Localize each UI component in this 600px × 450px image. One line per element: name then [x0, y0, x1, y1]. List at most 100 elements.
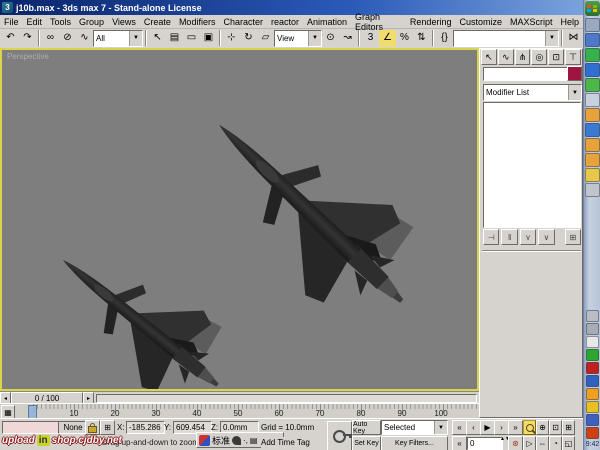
modifier-stack-list[interactable]	[483, 102, 581, 228]
start-button[interactable]	[585, 1, 600, 16]
select-by-name-icon[interactable]: ▤	[166, 30, 183, 47]
chevron-down-icon[interactable]: ▼	[434, 421, 447, 434]
time-configuration-icon[interactable]: ⊛	[508, 436, 523, 450]
tray-orange-icon[interactable]	[586, 388, 599, 400]
rectangular-selection-region-icon[interactable]: ▭	[183, 30, 200, 47]
zoom-extents-all-icon[interactable]: ⊞	[562, 420, 575, 435]
spinner-snap-icon[interactable]: ⇅	[413, 30, 430, 47]
key-mode-toggle-icon[interactable]: «	[452, 436, 467, 450]
modifier-list-dropdown[interactable]: Modifier List ▼	[483, 84, 582, 101]
x-coordinate-field[interactable]: -185.286	[126, 421, 165, 434]
ime-pen-icon[interactable]	[232, 436, 241, 445]
redo-icon[interactable]: ↷	[19, 30, 36, 47]
tray-gray-icon[interactable]	[586, 323, 599, 335]
menu-rendering[interactable]: Rendering	[406, 17, 456, 27]
chevron-down-icon[interactable]: ▼	[129, 31, 142, 46]
menu-edit[interactable]: Edit	[23, 17, 47, 27]
frame-spinner[interactable]: ▲▼	[500, 437, 507, 448]
percent-snap-icon[interactable]: %	[396, 30, 413, 47]
tab-utilities-icon[interactable]: ⊤	[565, 49, 581, 65]
configure-modifier-sets-icon[interactable]: ⊞	[565, 229, 581, 245]
select-and-rotate-icon[interactable]: ↻	[240, 30, 257, 47]
tab-hierarchy-icon[interactable]: ⋔	[515, 49, 531, 65]
tab-display-icon[interactable]: ⊡	[548, 49, 564, 65]
ime-mode-label[interactable]: 标准	[212, 434, 230, 447]
current-frame-field[interactable]: 0	[467, 437, 503, 450]
zoom-all-icon[interactable]: ⊕	[536, 420, 549, 435]
taskbar-window-printer[interactable]	[585, 183, 600, 197]
menu-customize[interactable]: Customize	[455, 17, 506, 27]
taskbar-window-folder[interactable]	[585, 168, 600, 182]
menu-tools[interactable]: Tools	[46, 17, 75, 27]
arc-rotate-icon[interactable]: ◔	[549, 436, 562, 450]
object-name-field[interactable]	[483, 67, 569, 81]
taskbar-window-image-1[interactable]	[585, 108, 600, 122]
selected-dropdown[interactable]: Selected ▼	[381, 420, 448, 435]
time-slider-track[interactable]	[96, 394, 477, 403]
menu-reactor[interactable]: reactor	[267, 17, 303, 27]
menu-maxscript[interactable]: MAXScript	[506, 17, 557, 27]
tab-modify-icon[interactable]: ∿	[498, 49, 514, 65]
go-to-start-icon[interactable]: «	[452, 420, 467, 435]
viewport-label[interactable]: Perspective	[7, 52, 49, 61]
jet-model-small[interactable]	[25, 213, 259, 391]
remove-modifier-icon[interactable]: ∨	[538, 229, 554, 245]
menu-group[interactable]: Group	[75, 17, 108, 27]
select-and-scale-icon[interactable]: ▱	[257, 30, 274, 47]
menu-file[interactable]: File	[0, 17, 23, 27]
perspective-viewport[interactable]: Perspective	[0, 48, 479, 391]
zoom-extents-icon[interactable]: ⊡	[549, 420, 562, 435]
play-animation-icon[interactable]: ▶	[480, 420, 495, 435]
angle-snap-toggle-icon[interactable]: ∠	[379, 30, 396, 47]
tray-blue-icon[interactable]	[586, 414, 599, 426]
tray-gg-icon[interactable]	[586, 336, 599, 348]
menu-character[interactable]: Character	[219, 17, 267, 27]
mini-curve-editor-icon[interactable]: ▦	[1, 405, 15, 419]
named-selection-dropdown[interactable]: ▼	[453, 30, 559, 47]
field-of-view-icon[interactable]: ▷	[523, 436, 536, 450]
menu-modifiers[interactable]: Modifiers	[175, 17, 220, 27]
unlink-selection-icon[interactable]: ⊘	[59, 30, 76, 47]
taskbar-window-image-3[interactable]	[585, 153, 600, 167]
named-selection-sets-icon[interactable]: {}	[436, 30, 453, 47]
min-max-toggle-icon[interactable]: ◱	[562, 436, 575, 450]
taskbar-icon-small-app[interactable]	[585, 93, 600, 107]
use-pivot-center-icon[interactable]: ⊙	[322, 30, 339, 47]
select-and-link-icon[interactable]: ∞	[42, 30, 59, 47]
chevron-down-icon[interactable]: ▼	[568, 85, 581, 100]
chevron-down-icon[interactable]: ▼	[545, 31, 558, 46]
track-bar[interactable]: ▦ 10 20 30 40 50 60 70 80 90 100	[0, 403, 479, 419]
show-end-result-icon[interactable]: ‖	[501, 229, 517, 245]
pan-view-icon[interactable]: ⇔	[536, 436, 549, 450]
taskbar-icon-app-gray[interactable]	[585, 18, 600, 32]
bind-to-space-warp-icon[interactable]: ∿	[76, 30, 93, 47]
go-to-end-icon[interactable]: »	[508, 420, 523, 435]
snap-toggle-3d-icon[interactable]: 3	[362, 30, 379, 47]
menu-views[interactable]: Views	[108, 17, 140, 27]
taskbar-icon-qq[interactable]	[585, 48, 600, 62]
add-time-tag[interactable]: Add Time Tag	[261, 437, 323, 448]
set-key-button[interactable]: Set Key	[352, 436, 381, 450]
tab-motion-icon[interactable]: ◎	[531, 49, 547, 65]
ime-punctuation-icon[interactable]: ·,	[243, 436, 248, 445]
next-frame-icon[interactable]: ›	[494, 420, 509, 435]
tab-create-icon[interactable]: ↖	[481, 49, 497, 65]
taskbar-icon-app-green[interactable]	[585, 78, 600, 92]
tray-green-icon[interactable]	[586, 349, 599, 361]
title-bar[interactable]: 3 j10b.max - 3ds max 7 - Stand-alone Lic…	[0, 0, 583, 15]
make-unique-icon[interactable]: ⋎	[520, 229, 536, 245]
window-crossing-icon[interactable]: ▣	[200, 30, 217, 47]
menu-animation[interactable]: Animation	[303, 17, 351, 27]
tray-lock-icon[interactable]	[586, 401, 599, 413]
ime-keyboard-icon[interactable]: ▤	[250, 436, 258, 445]
taskbar-window-active[interactable]	[585, 123, 600, 137]
auto-key-button[interactable]: Auto Key	[352, 420, 381, 435]
tray-globe-icon[interactable]	[586, 375, 599, 387]
select-and-manipulate-icon[interactable]: ↝	[339, 30, 356, 47]
reference-coordinate-dropdown[interactable]: View ▼	[274, 30, 322, 47]
previous-frame-icon[interactable]: ‹	[466, 420, 481, 435]
select-object-icon[interactable]: ↖	[149, 30, 166, 47]
ime-logo-icon[interactable]	[199, 435, 210, 446]
zoom-tool-icon[interactable]	[523, 420, 536, 435]
pin-stack-icon[interactable]: ⊣	[483, 229, 499, 245]
